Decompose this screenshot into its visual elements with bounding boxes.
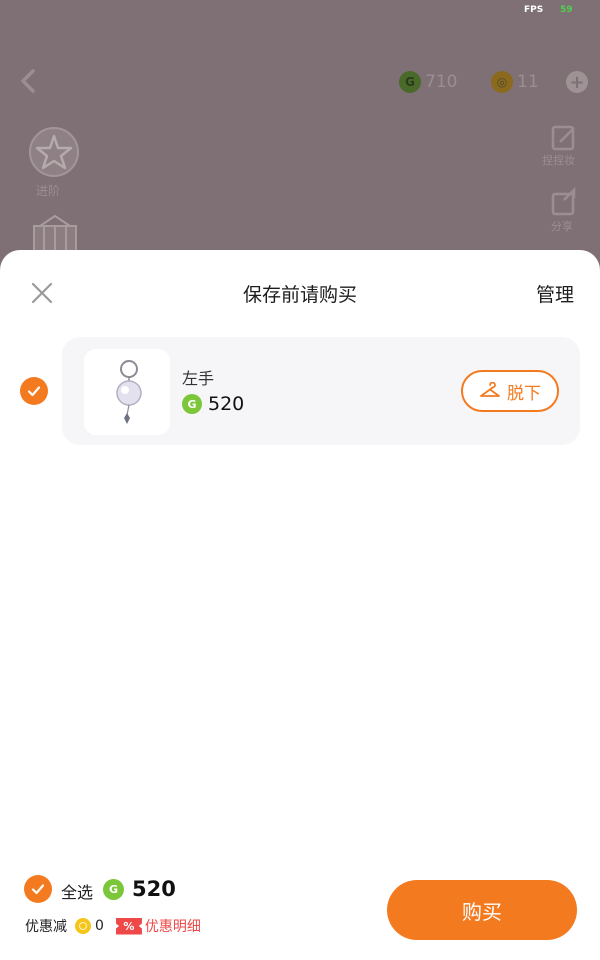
share-icon[interactable] (548, 186, 580, 218)
gold-currency-amount: 11 (517, 72, 539, 92)
gold-coin-icon (75, 918, 91, 934)
hanger-icon (480, 382, 500, 397)
fps-value: 59 (560, 5, 573, 15)
star-badge-icon[interactable] (26, 124, 82, 180)
total-price-value: 520 (132, 877, 176, 901)
g-coin-icon: G (103, 878, 124, 900)
item-price: G 520 (182, 393, 244, 415)
fps-label: FPS (524, 5, 544, 15)
gold-coin-icon: ◎ (491, 71, 513, 93)
item-card: 左手 G 520 脱下 (62, 337, 580, 445)
purchase-sheet: 保存前请购买 管理 左手 G 520 脱下 全选 G 520 优惠减 0 % 优… (0, 250, 600, 960)
buy-button[interactable]: 购买 (387, 880, 577, 940)
discount-label: 优惠减 (25, 919, 67, 935)
earring-image (116, 360, 142, 424)
take-off-button[interactable]: 脱下 (461, 370, 559, 412)
take-off-label: 脱下 (507, 383, 541, 404)
item-name: 左手 (182, 369, 215, 388)
gold-currency: ◎ 11 (491, 70, 539, 94)
discount-badge-icon: % (115, 917, 142, 935)
item-price-value: 520 (208, 393, 245, 415)
select-all-checkbox[interactable] (24, 875, 52, 903)
green-currency: G 710 (399, 70, 457, 94)
edit-icon[interactable] (548, 122, 580, 154)
add-currency-button[interactable]: + (566, 71, 588, 93)
discount-value: 0 (95, 918, 104, 934)
gift-box-icon[interactable] (30, 214, 80, 254)
item-thumbnail (84, 349, 170, 435)
g-coin-icon: G (182, 394, 202, 414)
back-arrow-icon[interactable] (14, 66, 44, 96)
select-all-label[interactable]: 全选 (61, 879, 93, 903)
check-icon (31, 884, 45, 895)
total-price: G 520 (103, 877, 176, 901)
sheet-title: 保存前请购买 (242, 284, 357, 306)
discount-detail-label: 优惠明细 (144, 919, 201, 935)
g-coin-icon: G (399, 71, 421, 93)
item-checkbox[interactable] (20, 377, 48, 405)
star-badge-label: 进阶 (36, 184, 61, 198)
discount-row: 优惠减 0 % 优惠明细 (25, 916, 201, 936)
share-label: 分享 (551, 220, 573, 233)
green-currency-amount: 710 (425, 72, 458, 92)
buy-label: 购买 (462, 899, 502, 924)
check-icon (27, 386, 41, 397)
discount-detail-link[interactable]: % 优惠明细 (115, 916, 201, 936)
manage-button[interactable]: 管理 (536, 280, 574, 307)
edit-label: 捏捏妆 (542, 154, 575, 167)
